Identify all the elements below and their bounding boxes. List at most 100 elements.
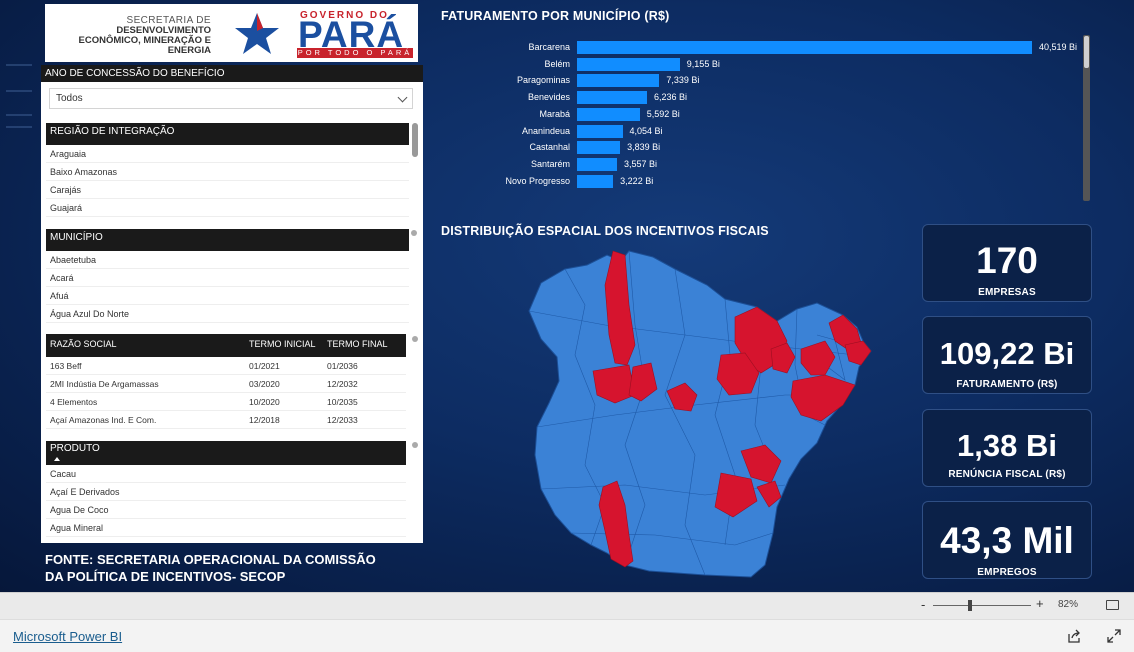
decoration-line xyxy=(6,126,32,128)
zoom-slider-thumb[interactable] xyxy=(968,600,972,611)
scrollbar-thumb[interactable] xyxy=(1084,36,1089,68)
kpi-value: 170 xyxy=(976,240,1038,281)
scrollbar-thumb[interactable] xyxy=(411,230,417,236)
scrollbar-thumb[interactable] xyxy=(412,442,418,448)
list-item[interactable]: Agua Mineral xyxy=(46,519,406,537)
column-header[interactable]: TERMO INICIAL xyxy=(249,339,316,349)
produto-slicer: PRODUTO Cacau Açaí E Derivados Agua De C… xyxy=(46,441,418,537)
municipio-slicer: MUNICÍPIO Abaetetuba Acará Afuá Água Azu… xyxy=(46,229,417,323)
produto-header-label: PRODUTO xyxy=(50,443,100,454)
column-header[interactable]: RAZÃO SOCIAL xyxy=(50,339,117,349)
decoration-line xyxy=(6,114,32,116)
bar-row[interactable]: Paragominas 7,339 Bi xyxy=(440,73,1100,88)
bar[interactable] xyxy=(577,141,621,155)
data-label: 5,592 Bi xyxy=(646,108,680,119)
kpi-faturamento-card[interactable]: 109,22 Bi FATURAMENTO (R$) xyxy=(922,316,1092,394)
bar-row[interactable]: Castanhal 3,839 Bi xyxy=(440,140,1100,155)
data-label: 9,155 Bi xyxy=(686,58,720,69)
chevron-down-icon xyxy=(397,92,408,103)
kpi-value: 1,38 Bi xyxy=(957,428,1057,463)
list-item[interactable]: Água Azul Do Norte xyxy=(46,305,409,323)
government-logo: SECRETARIA DE DESENVOLVIMENTO ECONÔMICO,… xyxy=(45,4,418,62)
category-label: Belém xyxy=(544,58,570,69)
kpi-value: 109,22 Bi xyxy=(939,336,1075,371)
bar[interactable] xyxy=(577,124,623,138)
bar[interactable] xyxy=(577,174,614,188)
table-row[interactable]: 2MI Indústia De Argamassas 03/2020 12/20… xyxy=(46,375,406,393)
sort-ascending-icon[interactable] xyxy=(54,457,60,461)
list-item[interactable]: Baixo Amazonas xyxy=(46,163,409,181)
map-region[interactable] xyxy=(790,374,856,422)
scrollbar-thumb[interactable] xyxy=(412,123,418,157)
bar-row[interactable]: Benevides 6,236 Bi xyxy=(440,90,1100,105)
list-item[interactable]: Abaetetuba xyxy=(46,251,409,269)
list-item[interactable]: Afuá xyxy=(46,287,409,305)
zoom-in-button[interactable]: + xyxy=(1036,596,1044,611)
filter-panel: ANO DE CONCESSÃO DO BENEFÍCIO Todos REGI… xyxy=(41,65,423,543)
year-dropdown[interactable]: Todos xyxy=(49,88,413,109)
table-row[interactable]: Açaí Amazonas Ind. E Com. 12/2018 12/203… xyxy=(46,411,406,429)
para-state-map[interactable] xyxy=(525,245,885,585)
list-item[interactable]: Açaí E Derivados xyxy=(46,483,406,501)
list-item[interactable]: Araguaia xyxy=(46,145,409,163)
list-item[interactable]: Guajará xyxy=(46,199,409,217)
fullscreen-icon[interactable] xyxy=(1106,628,1122,644)
bar[interactable] xyxy=(577,157,617,171)
bar-row[interactable]: Belém 9,155 Bi xyxy=(440,57,1100,71)
kpi-label: FATURAMENTO (R$) xyxy=(956,379,1058,390)
list-item[interactable]: Acará xyxy=(46,269,409,287)
bar-row[interactable]: Santarém 3,557 Bi xyxy=(440,157,1100,171)
category-label: Benevides xyxy=(527,92,570,103)
chart-scrollbar[interactable] xyxy=(1083,35,1090,201)
revenue-bar-chart: Barcarena 40,519 Bi Belém 9,155 Bi Paragomin… xyxy=(440,40,1100,200)
regiao-header: REGIÃO DE INTEGRAÇÃO xyxy=(46,123,409,145)
bar[interactable] xyxy=(577,41,1032,54)
data-label: 4,054 Bi xyxy=(629,125,663,136)
bar-chart-title: FATURAMENTO POR MUNICÍPIO (R$) xyxy=(441,9,670,23)
category-label: Castanhal xyxy=(529,142,570,153)
table-cell: 163 Beff xyxy=(50,361,82,371)
kpi-label: EMPREGOS xyxy=(977,567,1037,578)
year-dropdown-value: Todos xyxy=(56,93,83,104)
share-icon[interactable] xyxy=(1066,628,1082,644)
bottom-bar: Microsoft Power BI xyxy=(0,619,1134,652)
kpi-empresas-card[interactable]: 170 EMPRESAS xyxy=(922,224,1092,302)
data-label: 40,519 Bi xyxy=(1039,42,1078,52)
bar-row[interactable]: Novo Progresso 3,222 Bi xyxy=(440,174,1100,188)
table-row[interactable]: 163 Beff 01/2021 01/2036 xyxy=(46,357,406,375)
bar-row[interactable]: Barcarena 40,519 Bi xyxy=(440,40,1100,54)
table-cell: 12/2018 xyxy=(249,415,280,425)
table-cell: 03/2020 xyxy=(249,379,280,389)
table-cell: 01/2021 xyxy=(249,361,280,371)
scrollbar-thumb[interactable] xyxy=(412,336,418,342)
data-label: 3,557 Bi xyxy=(623,158,657,169)
zoom-slider-track[interactable] xyxy=(933,605,1031,606)
razao-social-table: RAZÃO SOCIAL TERMO INICIAL TERMO FINAL 1… xyxy=(46,334,418,429)
regiao-slicer: REGIÃO DE INTEGRAÇÃO Araguaia Baixo Amaz… xyxy=(46,123,418,217)
data-label: 6,236 Bi xyxy=(654,92,688,103)
table-cell: 2MI Indústia De Argamassas xyxy=(50,379,159,389)
bar-row[interactable]: Ananindeua 4,054 Bi xyxy=(440,124,1100,138)
bar[interactable] xyxy=(577,74,660,88)
scrollbar[interactable] xyxy=(412,123,418,157)
kpi-empregos-card[interactable]: 43,3 Mil EMPREGOS xyxy=(922,501,1092,579)
bar[interactable] xyxy=(577,91,648,105)
column-header[interactable]: TERMO FINAL xyxy=(327,339,388,349)
bar[interactable] xyxy=(577,107,640,121)
source-note: FONTE: SECRETARIA OPERACIONAL DA COMISSÃ… xyxy=(45,552,376,584)
list-item[interactable]: Carajás xyxy=(46,181,409,199)
list-item[interactable]: Agua De Coco xyxy=(46,501,406,519)
zoom-out-button[interactable]: - xyxy=(921,597,925,612)
table-row[interactable]: 4 Elementos 10/2020 10/2035 xyxy=(46,393,406,411)
bar-row[interactable]: Marabá 5,592 Bi xyxy=(440,107,1100,121)
bar[interactable] xyxy=(577,57,680,71)
kpi-renuncia-card[interactable]: 1,38 Bi RENÚNCIA FISCAL (R$) xyxy=(922,409,1092,487)
list-item[interactable]: Cacau xyxy=(46,465,406,483)
secretaria-line: ENERGIA xyxy=(167,45,211,56)
data-label: 7,339 Bi xyxy=(666,75,700,86)
zoom-bar: - + 82% xyxy=(0,593,1134,619)
fit-to-page-icon[interactable] xyxy=(1106,600,1119,610)
powerbi-link[interactable]: Microsoft Power BI xyxy=(13,629,122,644)
decoration-line xyxy=(6,64,32,66)
table-cell: 01/2036 xyxy=(327,361,358,371)
